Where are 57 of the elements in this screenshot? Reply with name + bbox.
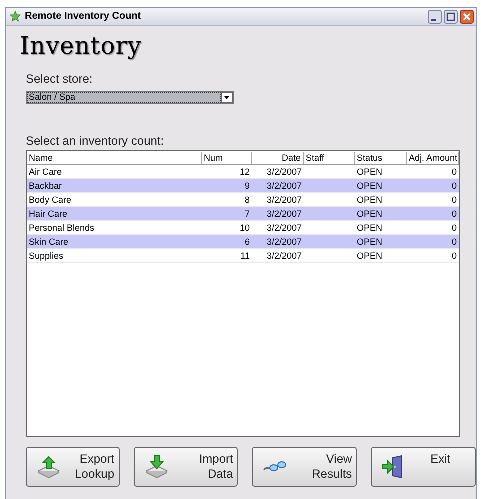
close-button[interactable] [460, 10, 474, 24]
table-cell-text: 0 [450, 250, 458, 262]
store-dropdown[interactable]: Salon / Spa [26, 91, 234, 104]
page-heading: Inventory [20, 32, 142, 60]
table-cell-text: 0 [450, 194, 458, 206]
table-cell-text: Air Care [28, 166, 64, 178]
exit-button[interactable]: Exit [371, 447, 476, 487]
minimize-button[interactable] [428, 10, 442, 24]
table-cell-text: 3/2/2007 [266, 208, 303, 220]
table-cell-text: 7 [244, 208, 251, 220]
table-cell-text: Supplies [28, 250, 65, 262]
table-cell-text: 0 [450, 208, 458, 220]
tray-down-arrow-icon [144, 455, 168, 479]
maximize-button[interactable] [444, 10, 458, 24]
table-cell-text: Body Care [28, 194, 73, 206]
column-header[interactable]: Adj. Amount [407, 152, 459, 164]
table-cell-text: 8 [244, 194, 251, 206]
table-cell-text: 0 [450, 222, 458, 234]
table-cell-text: OPEN [356, 194, 384, 206]
import-button[interactable]: Import Data [134, 447, 238, 487]
table-cell-text: 0 [450, 180, 458, 192]
column-header[interactable]: Date [252, 152, 304, 164]
column-header[interactable]: Num [202, 152, 252, 164]
table-cell-text: 3/2/2007 [266, 250, 303, 262]
star-icon [10, 11, 21, 22]
table-cell-text: 11 [240, 250, 251, 262]
table-cell-text: 10 [238, 222, 251, 234]
table-cell-text: 3/2/2007 [266, 194, 303, 206]
table-cell-text: Backbar [28, 180, 64, 192]
column-header[interactable]: Staff [304, 152, 355, 164]
tray-up-arrow-icon [37, 455, 61, 479]
table-cell-text: Skin Care [28, 236, 70, 248]
table-cell-text: 3/2/2007 [266, 222, 303, 234]
table-cell-text: Hair Care [28, 208, 69, 220]
table-cell-text: OPEN [356, 180, 384, 192]
table-cell-text: 3/2/2007 [266, 236, 303, 248]
table-cell-text: OPEN [356, 236, 384, 248]
table-cell-text: 9 [244, 180, 251, 192]
table-cell-text: 0 [450, 236, 458, 248]
table-cell-text: OPEN [356, 208, 384, 220]
column-header[interactable]: Name [27, 152, 202, 164]
table-cell-text: 3/2/2007 [266, 180, 303, 192]
table-cell-text: 12 [238, 166, 251, 178]
column-header[interactable]: Status [355, 152, 407, 164]
count-list-label: Select an inventory count: [26, 134, 164, 148]
table-cell-text: OPEN [356, 166, 384, 178]
table-cell-text: 6 [244, 236, 251, 248]
export-button[interactable]: Export Lookup [26, 447, 120, 487]
window-title: Remote Inventory Count [25, 11, 142, 22]
view-button[interactable]: View Results [252, 447, 358, 487]
inventory-count-list[interactable] [26, 150, 460, 437]
table-cell-text: 0 [450, 166, 458, 178]
store-label: Select store: [26, 72, 93, 86]
table-cell-text: Personal Blends [28, 222, 96, 234]
table-cell-text: 3/2/2007 [266, 166, 303, 178]
table-cell-text: OPEN [356, 222, 384, 234]
table-cell-text: OPEN [356, 250, 384, 262]
